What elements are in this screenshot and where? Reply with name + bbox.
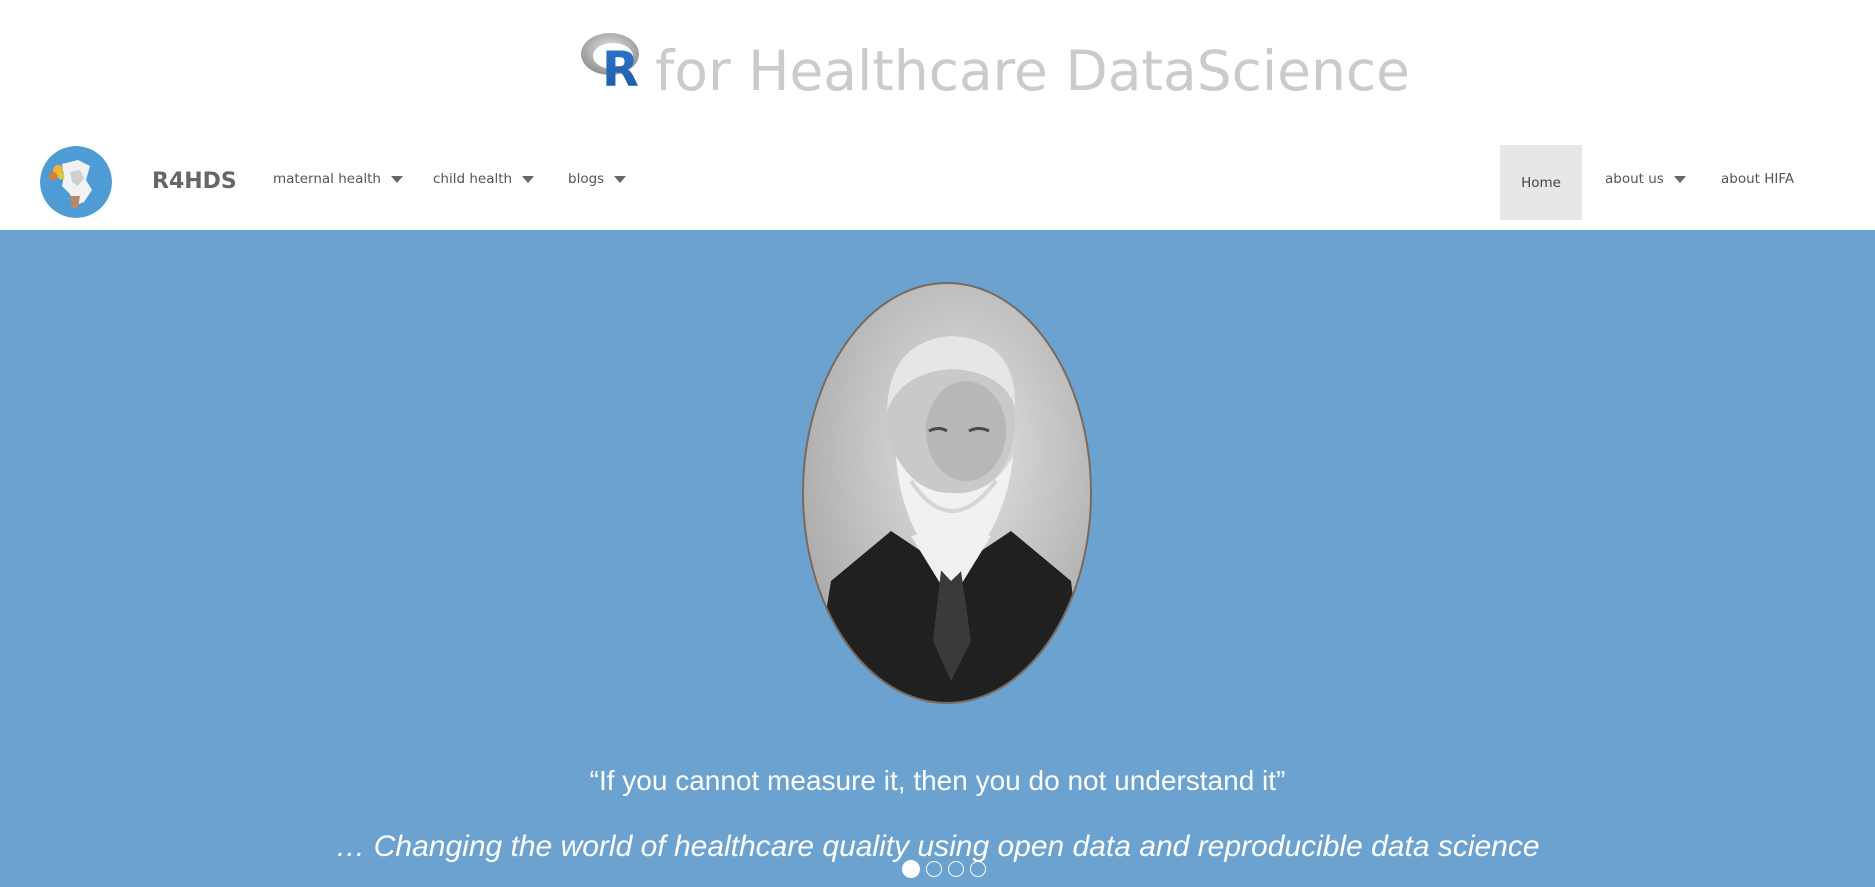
nav-maternal-health[interactable]: maternal health bbox=[273, 138, 403, 220]
site-banner: R for Healthcare DataScience bbox=[0, 0, 1875, 138]
banner-title: for Healthcare DataScience bbox=[655, 39, 1410, 103]
nav-home-label: Home bbox=[1521, 174, 1561, 191]
nav-blogs[interactable]: blogs bbox=[568, 138, 627, 220]
brand-name[interactable]: R4HDS bbox=[152, 169, 237, 194]
r-logo-letter: R bbox=[602, 42, 639, 92]
nav-about-us-label: about us bbox=[1605, 171, 1664, 187]
r-logo-icon: R bbox=[581, 33, 639, 92]
nav-blogs-label: blogs bbox=[568, 171, 605, 187]
brand-avatar[interactable] bbox=[40, 146, 112, 218]
top-navbar: R4HDS maternal health child health blogs… bbox=[0, 138, 1875, 230]
nav-child-health-label: child health bbox=[433, 171, 513, 187]
nav-home[interactable]: Home bbox=[1500, 145, 1582, 220]
carousel-dot-icon[interactable] bbox=[948, 861, 964, 877]
hero-tagline: … Changing the world of healthcare quali… bbox=[335, 830, 1540, 863]
caret-down-icon bbox=[614, 175, 627, 183]
nav-about-us[interactable]: about us bbox=[1605, 138, 1686, 220]
hero-carousel: “If you cannot measure it, then you do n… bbox=[0, 230, 1875, 887]
caret-down-icon bbox=[522, 175, 535, 183]
caret-down-icon bbox=[1673, 175, 1686, 183]
nav-about-hifa[interactable]: about HIFA bbox=[1721, 138, 1794, 220]
portrait-image bbox=[802, 282, 1092, 704]
carousel-dot-icon[interactable] bbox=[902, 860, 920, 878]
carousel-dot-icon[interactable] bbox=[926, 861, 942, 877]
hero-quote: “If you cannot measure it, then you do n… bbox=[589, 765, 1286, 796]
carousel-indicators bbox=[902, 860, 986, 879]
nav-child-health[interactable]: child health bbox=[433, 138, 535, 220]
caret-down-icon bbox=[390, 175, 403, 183]
globe-avatar-icon bbox=[40, 146, 112, 218]
nav-maternal-health-label: maternal health bbox=[273, 171, 381, 187]
nav-about-hifa-label: about HIFA bbox=[1721, 171, 1795, 187]
carousel-dot-icon[interactable] bbox=[970, 861, 986, 877]
